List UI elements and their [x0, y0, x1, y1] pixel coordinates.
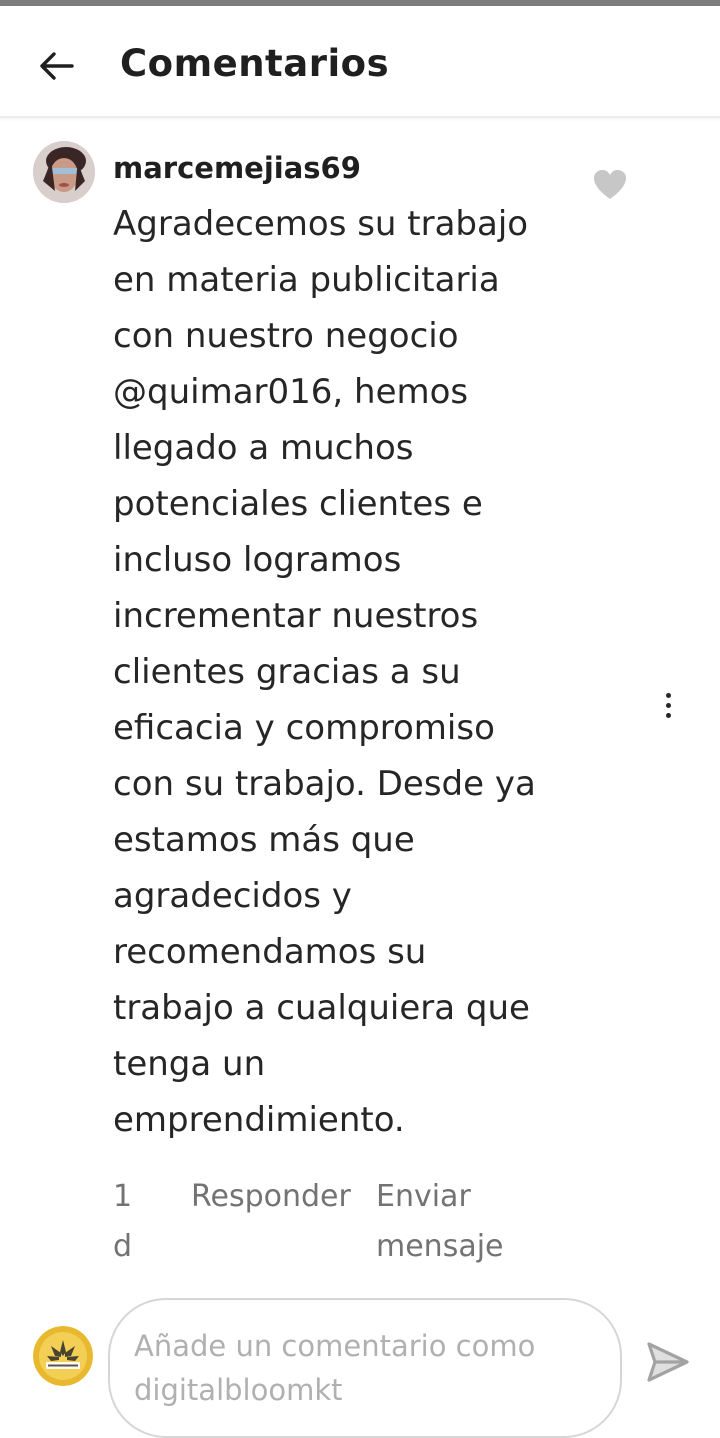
page-title: Comentarios — [120, 42, 390, 85]
send-button[interactable] — [645, 1340, 691, 1384]
user-avatar-image — [33, 141, 95, 203]
comment-text: Agradecemos su trabajo en materia public… — [113, 204, 536, 1140]
like-button[interactable] — [592, 168, 628, 202]
header-bar: Comentarios — [0, 6, 720, 118]
send-icon — [647, 1342, 689, 1382]
reply-button[interactable]: Responder — [191, 1172, 351, 1222]
comment-timestamp: 1d — [113, 1179, 133, 1264]
heart-icon — [594, 170, 626, 199]
composer-avatar — [33, 1326, 93, 1386]
send-message-button[interactable]: Enviar mensaje — [376, 1172, 526, 1272]
more-vertical-icon — [665, 692, 671, 698]
brand-logo-avatar — [33, 1326, 93, 1386]
more-options-button[interactable] — [650, 683, 686, 727]
arrow-left-icon — [40, 52, 74, 80]
back-button[interactable] — [30, 40, 82, 92]
comment-username[interactable]: marcemejias69 — [113, 148, 361, 188]
comment-input[interactable]: Añade un comentario como digitalbloomkt — [108, 1298, 622, 1438]
avatar[interactable] — [33, 141, 95, 203]
